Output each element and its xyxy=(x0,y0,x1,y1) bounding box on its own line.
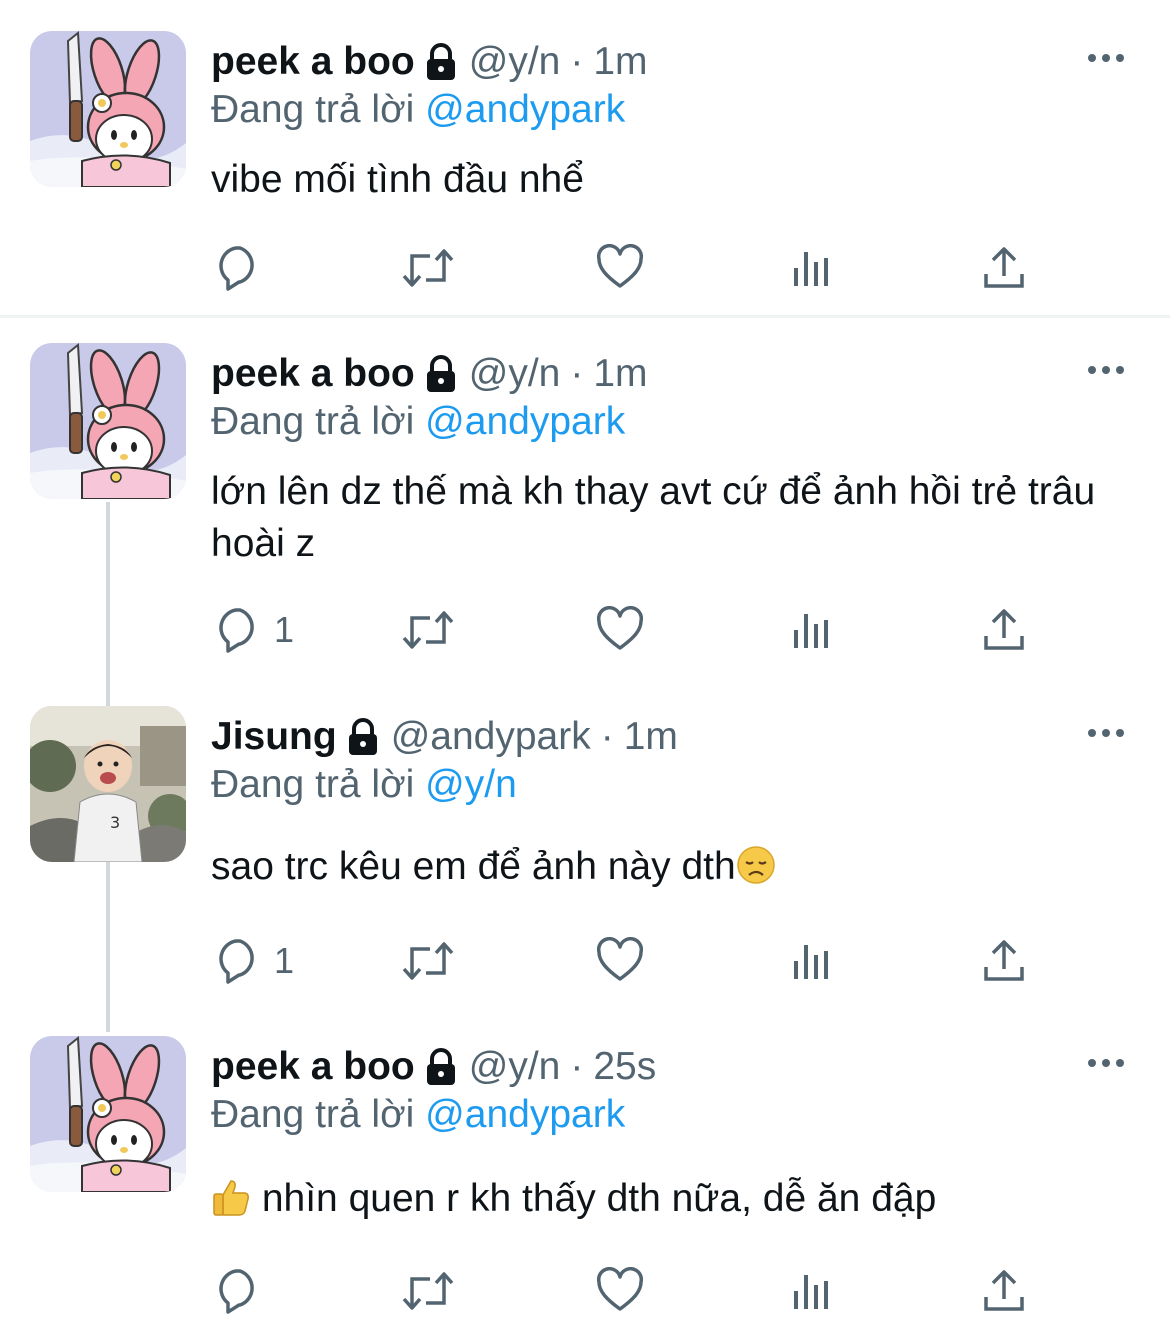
reply-prefix: Đang trả lời xyxy=(211,1093,415,1136)
views-button[interactable] xyxy=(790,1265,834,1317)
tweet-header: Jisung @andypark · 1m xyxy=(211,712,678,762)
share-icon xyxy=(980,244,1028,292)
mention-link[interactable]: @y/n xyxy=(425,763,517,806)
separator-dot: · xyxy=(570,40,584,83)
action-bar xyxy=(0,1265,1170,1317)
mention-link[interactable]: @andypark xyxy=(425,88,625,131)
separator-dot: · xyxy=(570,1045,584,1088)
share-button[interactable] xyxy=(980,604,1028,656)
action-bar: 1 xyxy=(0,604,1170,656)
views-icon xyxy=(790,1269,834,1313)
retweet-button[interactable] xyxy=(400,604,456,656)
views-button[interactable] xyxy=(790,604,834,656)
tweet-header: peek a boo @y/n · 1m xyxy=(211,349,648,399)
avatar[interactable] xyxy=(30,343,186,499)
replying-to: Đang trả lời @andypark xyxy=(211,400,625,444)
tweet-header: peek a boo @y/n · 25s xyxy=(211,1042,656,1092)
tweet-text: lớn lên dz thế mà kh thay avt cứ để ảnh … xyxy=(211,470,1096,565)
more-icon[interactable] xyxy=(1086,1057,1126,1069)
mention-link[interactable]: @andypark xyxy=(425,1093,625,1136)
reply-prefix: Đang trả lời xyxy=(211,763,415,806)
separator-dot: · xyxy=(570,352,584,395)
timestamp[interactable]: 1m xyxy=(624,715,678,759)
tweet-text-body: sao trc kêu em để ảnh này dth xyxy=(211,845,736,888)
reply-icon xyxy=(214,1267,262,1315)
views-icon xyxy=(790,939,834,983)
reply-button[interactable] xyxy=(214,242,262,294)
reply-count: 1 xyxy=(274,609,295,650)
replying-to: Đang trả lời @y/n xyxy=(211,763,517,807)
display-name[interactable]: Jisung xyxy=(211,715,337,759)
retweet-icon xyxy=(400,244,456,292)
views-icon xyxy=(790,246,834,290)
like-button[interactable] xyxy=(596,604,644,656)
like-icon xyxy=(596,937,644,985)
display-name[interactable]: peek a boo xyxy=(211,352,415,396)
display-name[interactable]: peek a boo xyxy=(211,1045,415,1089)
share-button[interactable] xyxy=(980,242,1028,294)
reply-icon xyxy=(214,937,262,985)
retweet-button[interactable] xyxy=(400,935,456,987)
lock-icon xyxy=(343,717,383,757)
replying-to: Đang trả lời @andypark xyxy=(211,1093,625,1137)
display-name[interactable]: peek a boo xyxy=(211,40,415,84)
separator-dot: · xyxy=(600,715,614,758)
views-icon xyxy=(790,608,834,652)
views-button[interactable] xyxy=(790,935,834,987)
more-icon[interactable] xyxy=(1086,727,1126,739)
reply-button[interactable]: 1 xyxy=(214,604,294,656)
tweet-text: vibe mối tình đầu nhể xyxy=(211,158,584,201)
share-icon xyxy=(980,937,1028,985)
reply-icon xyxy=(214,244,262,292)
divider xyxy=(0,315,1170,318)
avatar[interactable] xyxy=(30,31,186,187)
like-button[interactable] xyxy=(596,242,644,294)
retweet-icon xyxy=(400,606,456,654)
replying-to: Đang trả lời @andypark xyxy=(211,88,625,132)
thumbs-up-emoji xyxy=(211,1177,251,1217)
retweet-icon xyxy=(400,1267,456,1315)
like-icon xyxy=(596,1267,644,1315)
retweet-button[interactable] xyxy=(400,1265,456,1317)
timestamp[interactable]: 25s xyxy=(593,1045,656,1089)
tweet-text-body: nhìn quen r kh thấy dth nữa, dễ ăn đập xyxy=(251,1177,937,1220)
tweet-text: sao trc kêu em để ảnh này dth xyxy=(211,841,1141,893)
retweet-button[interactable] xyxy=(400,242,456,294)
reply-prefix: Đang trả lời xyxy=(211,400,415,443)
reply-button[interactable] xyxy=(214,1265,262,1317)
avatar[interactable] xyxy=(30,706,186,862)
lock-icon xyxy=(421,42,461,82)
reply-count: 1 xyxy=(274,940,295,981)
action-bar: 1 xyxy=(0,935,1170,987)
views-button[interactable] xyxy=(790,242,834,294)
share-icon xyxy=(980,1267,1028,1315)
like-icon xyxy=(596,244,644,292)
timestamp[interactable]: 1m xyxy=(593,352,647,396)
share-button[interactable] xyxy=(980,1265,1028,1317)
mention-link[interactable]: @andypark xyxy=(425,400,625,443)
handle[interactable]: @y/n xyxy=(469,40,561,84)
more-icon[interactable] xyxy=(1086,52,1126,64)
reply-button[interactable]: 1 xyxy=(214,935,294,987)
lock-icon xyxy=(421,354,461,394)
tweet-text: nhìn quen r kh thấy dth nữa, dễ ăn đập xyxy=(211,1173,1141,1225)
share-button[interactable] xyxy=(980,935,1028,987)
avatar[interactable] xyxy=(30,1036,186,1192)
lock-icon xyxy=(421,1047,461,1087)
reply-icon xyxy=(214,606,262,654)
share-icon xyxy=(980,606,1028,654)
like-icon xyxy=(596,606,644,654)
handle[interactable]: @andypark xyxy=(391,715,591,759)
handle[interactable]: @y/n xyxy=(469,352,561,396)
like-button[interactable] xyxy=(596,1265,644,1317)
tweet-header: peek a boo @y/n · 1m xyxy=(211,37,648,87)
action-bar xyxy=(0,242,1170,294)
timestamp[interactable]: 1m xyxy=(593,40,647,84)
retweet-icon xyxy=(400,937,456,985)
disappointed-face-emoji xyxy=(736,845,776,885)
more-icon[interactable] xyxy=(1086,364,1126,376)
like-button[interactable] xyxy=(596,935,644,987)
reply-prefix: Đang trả lời xyxy=(211,88,415,131)
handle[interactable]: @y/n xyxy=(469,1045,561,1089)
